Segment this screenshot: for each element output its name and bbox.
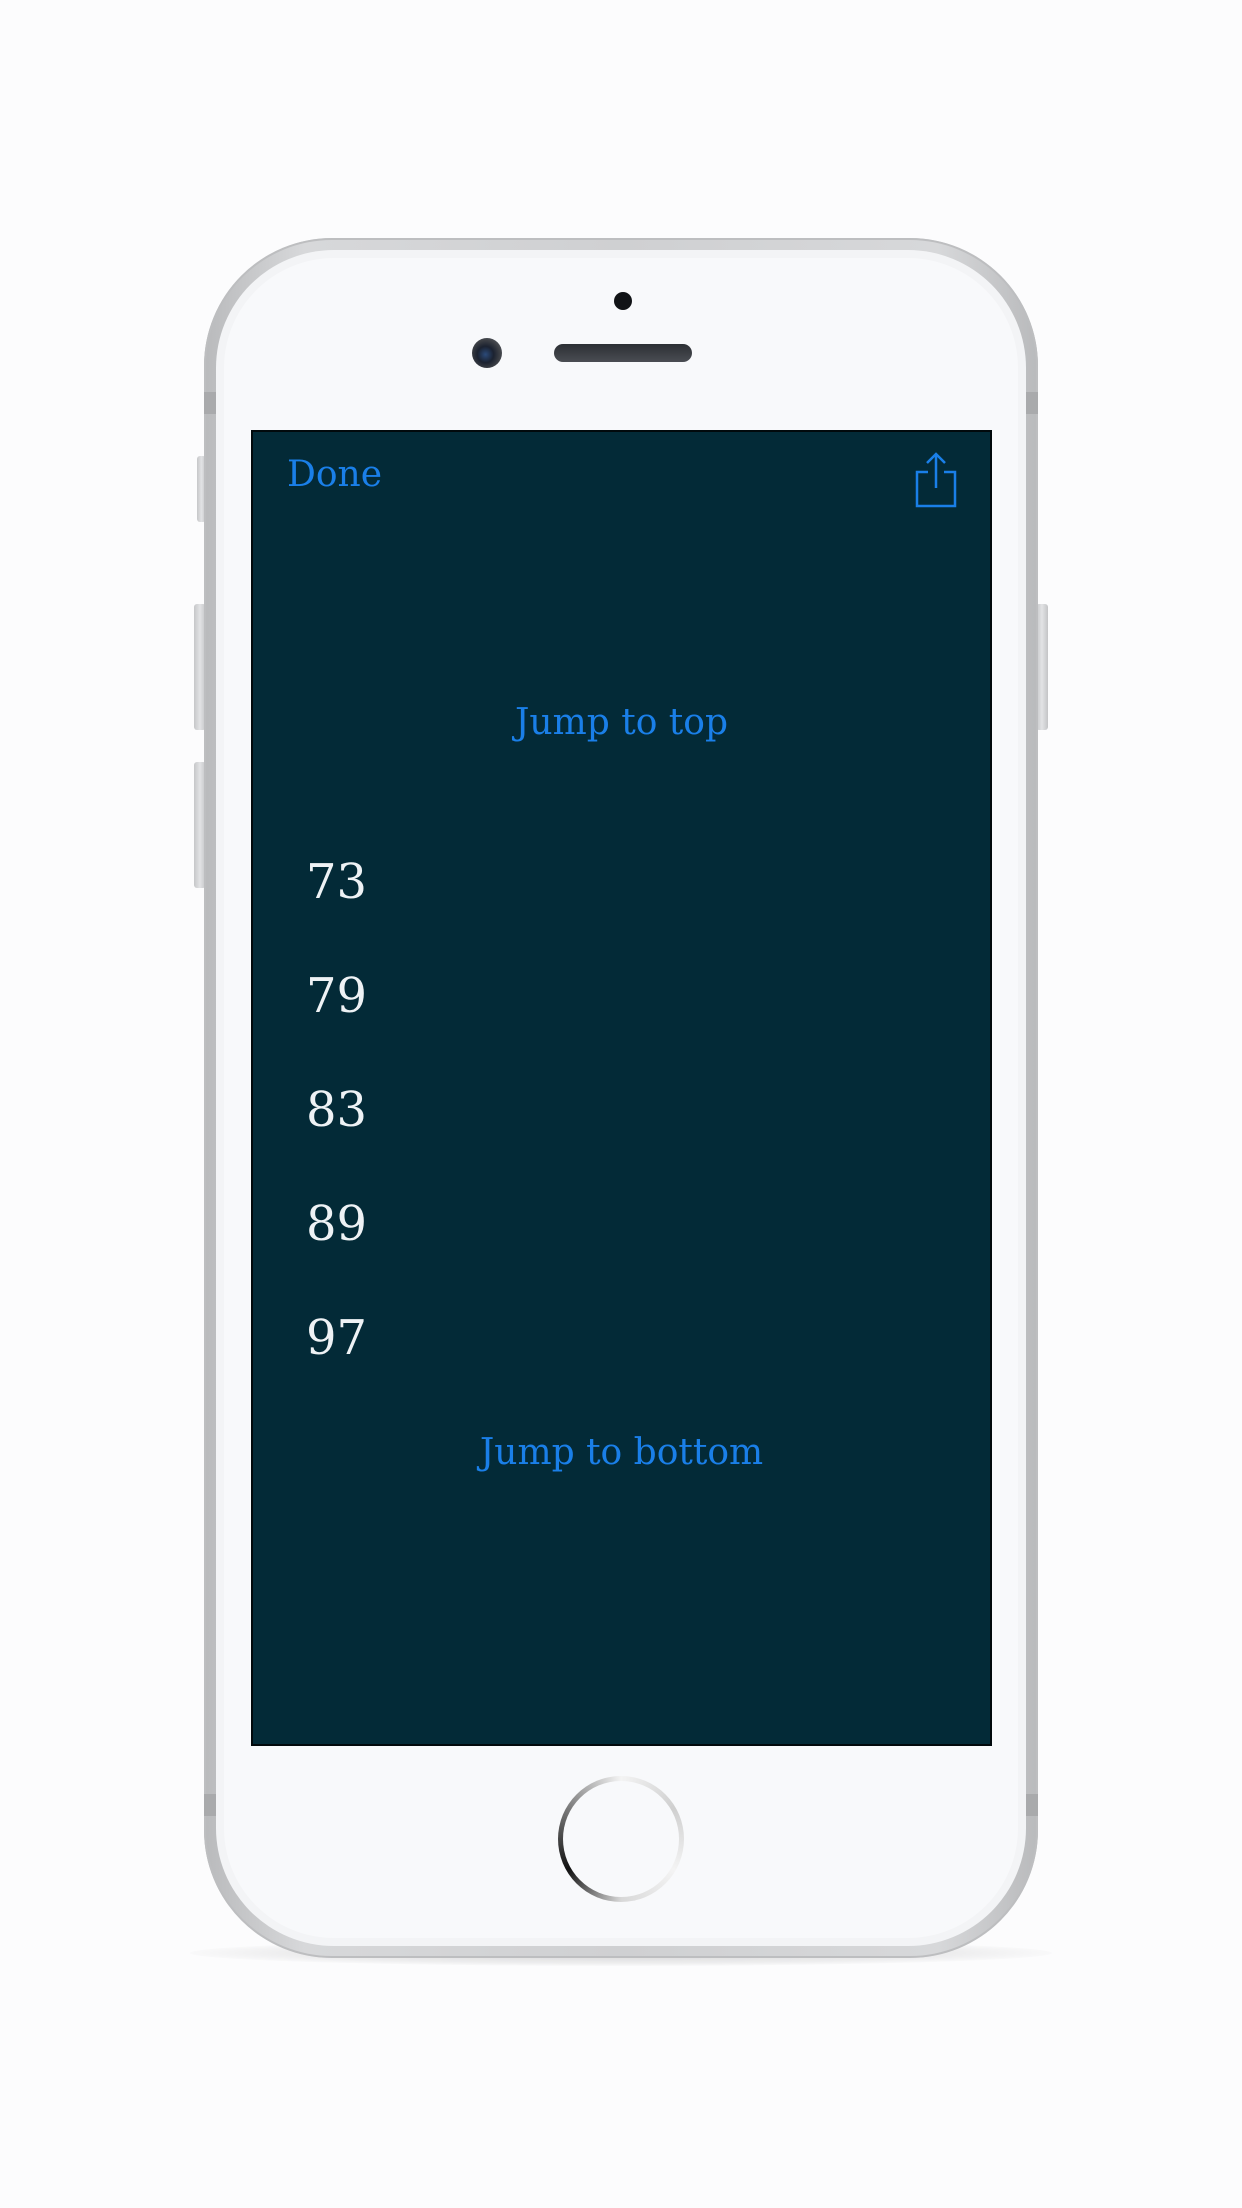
front-camera <box>472 338 502 368</box>
antenna-band <box>204 392 216 414</box>
done-button[interactable]: Done <box>287 454 382 495</box>
list-item: 73 <box>306 854 368 910</box>
antenna-band <box>204 1794 216 1816</box>
proximity-sensor <box>614 292 632 310</box>
list-item: 83 <box>306 1082 368 1138</box>
share-button[interactable] <box>913 452 959 508</box>
jump-to-top-button[interactable]: Jump to top <box>253 702 990 743</box>
list-item: 97 <box>306 1310 368 1366</box>
number-list: 73 79 83 89 97 <box>306 850 367 1420</box>
share-icon <box>915 452 957 508</box>
app-screen: Done Jump to top 73 79 83 89 97 Jump to … <box>251 430 992 1746</box>
list-item: 79 <box>306 968 368 1024</box>
antenna-band <box>1026 392 1038 414</box>
home-button[interactable] <box>558 1776 684 1902</box>
jump-to-bottom-button[interactable]: Jump to bottom <box>253 1432 990 1473</box>
earpiece-speaker <box>554 344 692 362</box>
list-item: 89 <box>306 1196 368 1252</box>
antenna-band <box>1026 1794 1038 1816</box>
